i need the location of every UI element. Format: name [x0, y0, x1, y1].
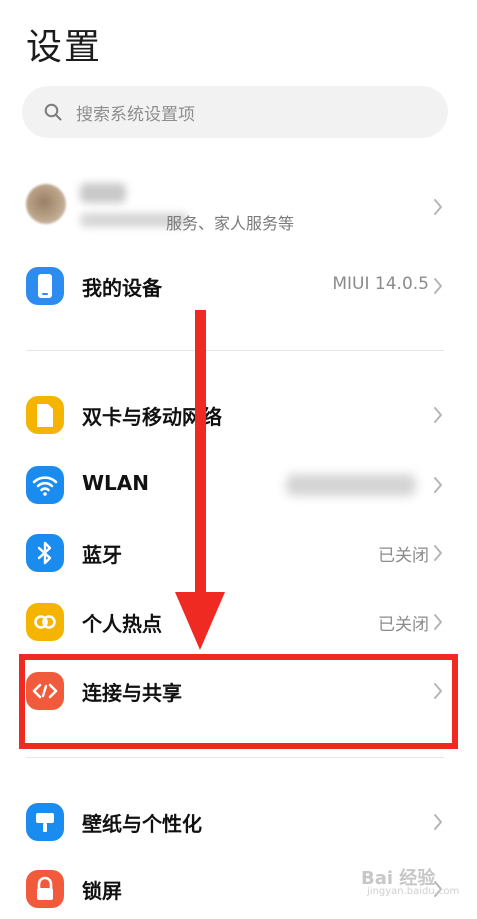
chevron-right-icon — [434, 545, 442, 561]
bluetooth-icon — [26, 534, 64, 572]
chevron-right-icon — [434, 614, 442, 630]
watermark: Bai 经验 jingyan.baidu.com — [361, 858, 459, 900]
wifi-network-name-blurred — [286, 474, 416, 496]
wallpaper-icon — [26, 803, 64, 841]
settings-item-label: WLAN — [82, 471, 150, 495]
search-icon — [44, 103, 62, 121]
settings-item-label: 蓝牙 — [82, 543, 122, 567]
chevron-right-icon — [434, 814, 442, 830]
settings-item-label: 个人热点 — [82, 612, 162, 636]
settings-item-my-device[interactable]: 我的设备 MIUI 14.0.5 — [0, 256, 477, 316]
settings-item-label: 我的设备 — [82, 276, 162, 300]
account-subtitle: 服务、家人服务等 — [166, 214, 295, 233]
hotspot-icon — [26, 603, 64, 641]
phone-icon — [26, 267, 64, 305]
annotation-arrow — [175, 310, 225, 650]
chevron-right-icon — [434, 407, 442, 423]
annotation-highlight-box — [19, 654, 458, 749]
divider — [26, 757, 444, 758]
search-placeholder: 搜索系统设置项 — [76, 105, 195, 125]
account-name-blurred — [80, 183, 126, 203]
chevron-right-icon — [434, 199, 442, 215]
avatar — [26, 184, 66, 224]
chevron-right-icon — [434, 477, 442, 493]
page-title: 设置 — [26, 27, 103, 68]
settings-item-value: 已关闭 — [378, 615, 429, 635]
settings-item-wallpaper[interactable]: 壁纸与个性化 — [0, 792, 477, 852]
settings-item-value: MIUI 14.0.5 — [332, 274, 429, 294]
search-bar[interactable]: 搜索系统设置项 — [22, 86, 448, 138]
watermark-subtext: jingyan.baidu.com — [367, 886, 460, 897]
chevron-right-icon — [434, 278, 442, 294]
settings-item-label: 锁屏 — [82, 879, 122, 903]
sim-card-icon — [26, 396, 64, 434]
settings-item-label: 壁纸与个性化 — [82, 812, 202, 836]
wifi-icon — [26, 466, 64, 504]
settings-item-value: 已关闭 — [378, 546, 429, 566]
lock-icon — [26, 870, 64, 908]
